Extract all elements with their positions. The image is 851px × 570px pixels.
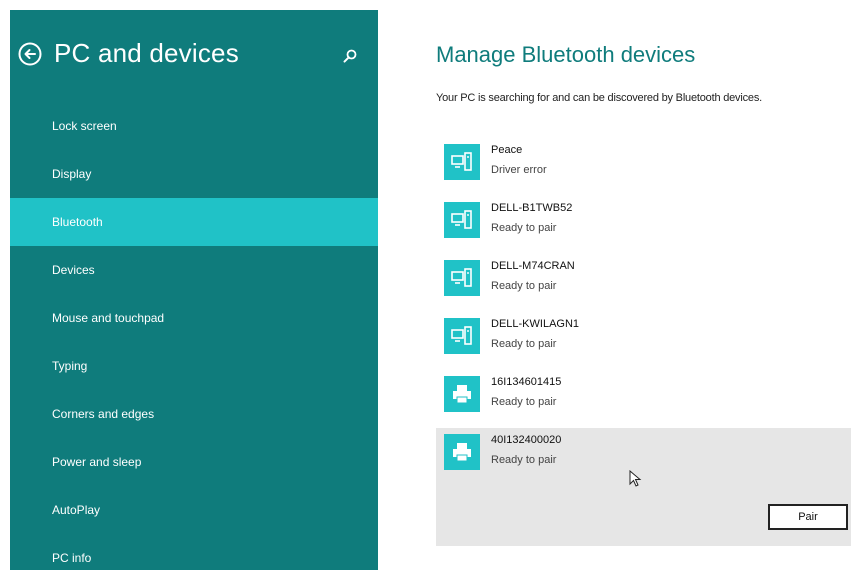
nav-item-power-and-sleep[interactable]: Power and sleep bbox=[10, 438, 378, 486]
nav-item-corners-and-edges[interactable]: Corners and edges bbox=[10, 390, 378, 438]
page-title: Manage Bluetooth devices bbox=[436, 42, 696, 67]
device-item[interactable]: Peace Driver error bbox=[436, 138, 851, 196]
device-status: Driver error bbox=[491, 164, 547, 176]
sidebar-header: PC and devices bbox=[10, 10, 378, 100]
device-name: DELL-KWILAGN1 bbox=[491, 318, 580, 330]
device-name: 40I132400020 bbox=[491, 434, 562, 446]
sidebar-title: PC and devices bbox=[54, 38, 239, 68]
device-status: Ready to pair bbox=[491, 454, 557, 466]
page-description: Your PC is searching for and can be disc… bbox=[436, 92, 762, 104]
nav-item-display[interactable]: Display bbox=[10, 150, 378, 198]
back-button[interactable] bbox=[16, 40, 44, 68]
device-item[interactable]: DELL-B1TWB52 Ready to pair bbox=[436, 196, 851, 254]
nav-item-mouse-and-touchpad[interactable]: Mouse and touchpad bbox=[10, 294, 378, 342]
settings-nav: Lock screen Display Bluetooth Devices Mo… bbox=[10, 102, 378, 570]
printer-icon bbox=[444, 434, 480, 470]
computer-icon bbox=[444, 144, 480, 180]
device-name: DELL-M74CRAN bbox=[491, 260, 575, 272]
device-status: Ready to pair bbox=[491, 338, 557, 350]
device-status: Ready to pair bbox=[491, 396, 557, 408]
device-name: DELL-B1TWB52 bbox=[491, 202, 573, 214]
device-item[interactable]: DELL-KWILAGN1 Ready to pair bbox=[436, 312, 851, 370]
nav-item-pc-info[interactable]: PC info bbox=[10, 534, 378, 570]
device-name: 16I134601415 bbox=[491, 376, 562, 388]
nav-item-bluetooth[interactable]: Bluetooth bbox=[10, 198, 378, 246]
pair-button[interactable]: Pair bbox=[768, 504, 848, 530]
computer-icon bbox=[444, 318, 480, 354]
sidebar: PC and devices Lock screen Display Bluet… bbox=[10, 10, 378, 570]
device-status: Ready to pair bbox=[491, 222, 557, 234]
search-icon bbox=[343, 49, 357, 63]
search-button[interactable] bbox=[342, 48, 362, 68]
nav-item-autoplay[interactable]: AutoPlay bbox=[10, 486, 378, 534]
computer-icon bbox=[444, 260, 480, 296]
main-content: Manage Bluetooth devices Your PC is sear… bbox=[436, 0, 851, 570]
device-list: Peace Driver error DELL-B1TWB52 Ready to… bbox=[436, 138, 851, 546]
mouse-cursor-icon bbox=[629, 470, 642, 487]
device-item[interactable]: DELL-M74CRAN Ready to pair bbox=[436, 254, 851, 312]
nav-item-typing[interactable]: Typing bbox=[10, 342, 378, 390]
nav-item-lock-screen[interactable]: Lock screen bbox=[10, 102, 378, 150]
device-status: Ready to pair bbox=[491, 280, 557, 292]
computer-icon bbox=[444, 202, 480, 238]
nav-item-devices[interactable]: Devices bbox=[10, 246, 378, 294]
back-arrow-circle-icon bbox=[18, 42, 42, 66]
device-item[interactable]: 16I134601415 Ready to pair bbox=[436, 370, 851, 428]
printer-icon bbox=[444, 376, 480, 412]
device-name: Peace bbox=[491, 144, 523, 156]
device-item-selected[interactable]: 40I132400020 Ready to pair Pair bbox=[436, 428, 851, 546]
